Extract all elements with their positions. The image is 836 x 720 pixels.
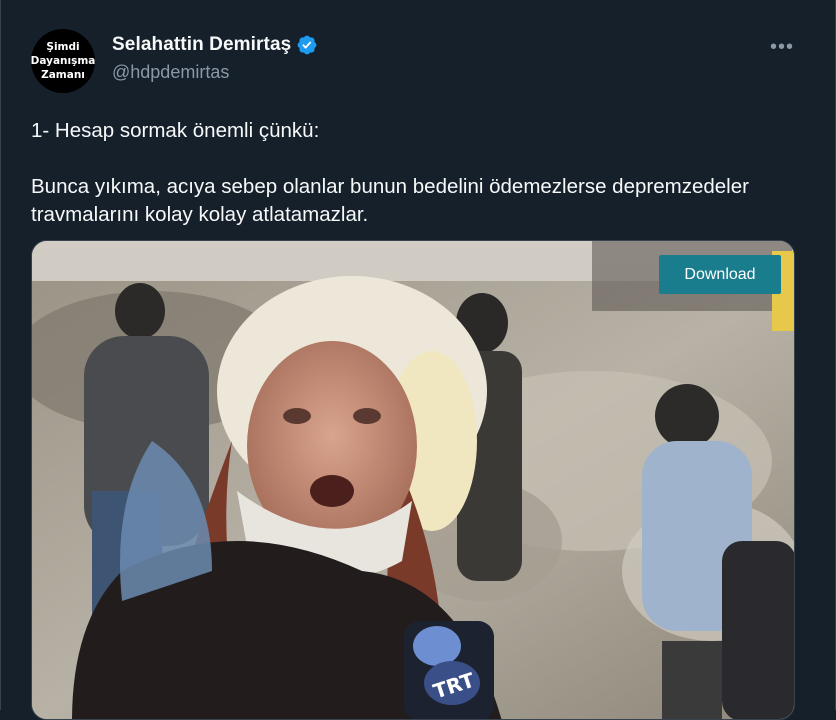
avatar-text-line-1: Şimdi xyxy=(46,41,80,53)
avatar-text-line-3: Zamanı xyxy=(41,69,85,81)
tweet-card: Şimdi Dayanışma Zamanı Selahattin Demirt… xyxy=(0,0,836,720)
more-options-icon[interactable]: ••• xyxy=(767,32,797,62)
video-frame: TRT xyxy=(32,241,794,719)
avatar[interactable]: Şimdi Dayanışma Zamanı xyxy=(31,29,95,93)
tweet-paragraph-2: Bunca yıkıma, acıya sebep olanlar bunun … xyxy=(31,175,749,226)
tweet-paragraph-1: 1- Hesap sormak önemli çünkü: xyxy=(31,119,320,142)
tweet-video[interactable]: TRT xyxy=(31,240,795,720)
author-display-name[interactable]: Selahattin Demirtaş xyxy=(112,34,291,56)
author-name-row: Selahattin Demirtaş xyxy=(112,34,318,56)
download-button[interactable]: Download xyxy=(659,255,781,294)
verified-badge-icon xyxy=(297,35,317,55)
avatar-text-line-2: Dayanışma xyxy=(30,55,96,67)
tweet-text: 1- Hesap sormak önemli çünkü: Bunca yıkı… xyxy=(31,117,791,229)
author-handle[interactable]: @hdpdemirtas xyxy=(112,62,229,83)
